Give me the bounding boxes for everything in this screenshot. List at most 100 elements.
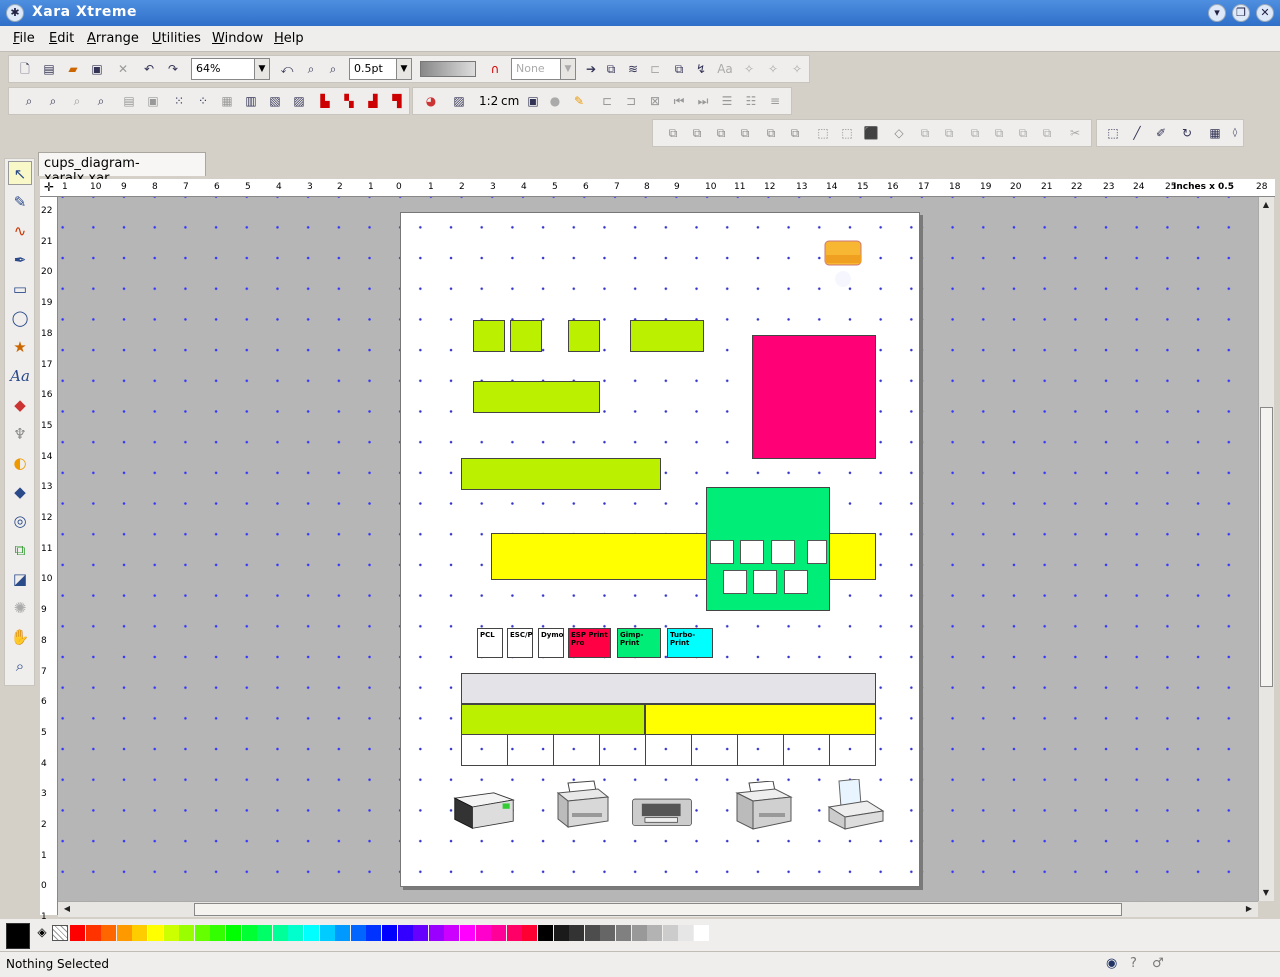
palette-swatch[interactable]	[101, 925, 117, 941]
zoom-drawing-icon[interactable]: ⌕	[323, 59, 343, 79]
backward-icon[interactable]: ▜	[387, 91, 407, 111]
scroll-left-icon[interactable]: ◀	[60, 902, 74, 916]
show-handles-icon[interactable]: ▨	[289, 91, 309, 111]
bevel-tool-icon[interactable]: ◆	[8, 480, 32, 504]
new-document-icon[interactable]: 🗋	[15, 59, 35, 79]
import-icon[interactable]: ➔	[581, 59, 601, 79]
vertical-ruler[interactable]: 22 21 20 19 18 17 16 15 14 13 12 11 10 9 8 7 6 5 4 3 2 1 0 1	[40, 197, 58, 922]
contour-tool-icon[interactable]: ◎	[8, 509, 32, 533]
horizontal-scrollbar[interactable]: ◀ ▶	[58, 901, 1258, 917]
palette-swatch[interactable]	[241, 925, 257, 941]
freehand-tool-icon[interactable]: ✎	[8, 190, 32, 214]
arrange-5-icon[interactable]: ⧉	[761, 123, 781, 143]
help-icon[interactable]: ?	[1130, 956, 1137, 971]
bezier-icon[interactable]: ↯	[691, 59, 711, 79]
spacing2-icon[interactable]: ☷	[741, 91, 761, 111]
scroll-down-icon[interactable]: ▼	[1259, 886, 1273, 900]
push-tool-icon[interactable]: ✋	[8, 625, 32, 649]
arrange-4-icon[interactable]: ⧉	[735, 123, 755, 143]
arrange-10-icon[interactable]: ◇	[889, 123, 909, 143]
palette-swatch[interactable]	[85, 925, 101, 941]
rectangle-tool-icon[interactable]: ▭	[8, 277, 32, 301]
scroll-up-icon[interactable]: ▲	[1259, 198, 1273, 212]
effect2-icon[interactable]: ✧	[763, 59, 783, 79]
palette-swatch[interactable]	[460, 925, 475, 941]
forward-icon[interactable]: ▟	[363, 91, 383, 111]
palette-swatch[interactable]	[116, 925, 132, 941]
printer-2-icon[interactable]	[551, 779, 613, 831]
green-square-1[interactable]	[710, 540, 734, 564]
vertical-scrollbar[interactable]: ▲ ▼	[1258, 197, 1274, 901]
label-esp-print-pro[interactable]: ESP Print Pro	[568, 628, 611, 658]
green-square-5[interactable]	[723, 570, 747, 594]
menu-help[interactable]: Help	[274, 31, 304, 46]
printer-slots[interactable]	[461, 735, 876, 766]
lime-block-2[interactable]	[510, 320, 542, 352]
palette-swatch[interactable]	[163, 925, 179, 941]
palette-swatch[interactable]	[397, 925, 413, 941]
palette-swatch[interactable]	[569, 925, 585, 941]
label-turbo-print[interactable]: Turbo-Print	[667, 628, 713, 658]
drawing-canvas[interactable]: PCL ESC/P Dymo ESP Print Pro Gimp-Print …	[58, 197, 1258, 901]
palette-swatch[interactable]	[226, 925, 241, 941]
scale-label[interactable]: 1:2	[479, 94, 498, 108]
quickshape-tool-icon[interactable]: ★	[8, 335, 32, 359]
palette-swatch[interactable]	[272, 925, 288, 941]
arrange-14-icon[interactable]: ⧉	[989, 123, 1009, 143]
menu-utilities[interactable]: Utilities	[152, 31, 201, 46]
green-square-7[interactable]	[784, 570, 808, 594]
arrowhead-dropdown-icon[interactable]: ▼	[560, 58, 576, 80]
palette-swatch[interactable]	[662, 925, 678, 941]
last-icon[interactable]: ⏭	[693, 91, 713, 111]
arrowhead-combo[interactable]: None	[511, 58, 561, 80]
palette-swatch[interactable]	[584, 925, 600, 941]
snap-status-icon[interactable]: ♂	[1152, 956, 1164, 971]
selector-tool-icon[interactable]: ↖	[8, 161, 32, 185]
yellow-bar-bottom[interactable]	[645, 704, 876, 735]
palette-swatch[interactable]	[522, 925, 538, 941]
arrange-2-icon[interactable]: ⧉	[687, 123, 707, 143]
document-page[interactable]: PCL ESC/P Dymo ESP Print Pro Gimp-Print …	[400, 212, 920, 887]
palette-swatch[interactable]	[506, 925, 522, 941]
open-icon[interactable]: ▰	[63, 59, 83, 79]
live-effect-tool-icon[interactable]: ✺	[8, 596, 32, 620]
rotate-icon[interactable]: ↻	[1177, 123, 1197, 143]
zoom-dropdown-icon[interactable]: ▼	[254, 58, 270, 80]
palette-swatch[interactable]	[350, 925, 366, 941]
snap-grid-icon[interactable]: ⁘	[193, 91, 213, 111]
zoom-previous2-icon[interactable]: ⌕	[91, 91, 111, 111]
mould-tool-icon[interactable]: ◪	[8, 567, 32, 591]
arrange-6-icon[interactable]: ⧉	[785, 123, 805, 143]
arrange-13-icon[interactable]: ⧉	[965, 123, 985, 143]
zoom-tool-icon[interactable]: ⌕	[19, 91, 39, 111]
back-icon[interactable]: ▚	[339, 91, 359, 111]
lime-block-3[interactable]	[568, 320, 600, 352]
vertical-scroll-thumb[interactable]	[1260, 407, 1273, 687]
zoom-tool-box-icon[interactable]: ⌕	[8, 654, 32, 678]
palette-swatch[interactable]	[631, 925, 647, 941]
pen-tool-icon[interactable]: ✒	[8, 248, 32, 272]
server-icon[interactable]	[823, 239, 863, 291]
transparency-slider[interactable]	[420, 61, 476, 77]
arrange-7-icon[interactable]: ⬚	[813, 123, 833, 143]
menu-edit[interactable]: Edit	[49, 31, 74, 46]
close-icon[interactable]: ✕	[1256, 4, 1274, 22]
render-mode-icon[interactable]: ◉	[1106, 956, 1117, 971]
green-block[interactable]	[706, 487, 830, 611]
palette-swatch[interactable]	[210, 925, 226, 941]
front-icon[interactable]: ▙	[315, 91, 335, 111]
arrange-1-icon[interactable]: ⧉	[663, 123, 683, 143]
layers-icon[interactable]: ≋	[623, 59, 643, 79]
units-label[interactable]: cm	[501, 94, 519, 108]
select-inside-icon[interactable]: ⬚	[1103, 123, 1123, 143]
group-icon[interactable]: ▤	[119, 91, 139, 111]
distribute-icon[interactable]: ⊠	[645, 91, 665, 111]
palette-swatch[interactable]	[366, 925, 382, 941]
palette-swatch[interactable]	[194, 925, 210, 941]
zoom-out-icon[interactable]: ⌕	[67, 91, 87, 111]
palette-swatch[interactable]	[647, 925, 663, 941]
palette-swatch[interactable]	[179, 925, 195, 941]
menu-file[interactable]: File	[13, 31, 35, 46]
green-square-6[interactable]	[753, 570, 777, 594]
palette-swatch[interactable]	[257, 925, 273, 941]
